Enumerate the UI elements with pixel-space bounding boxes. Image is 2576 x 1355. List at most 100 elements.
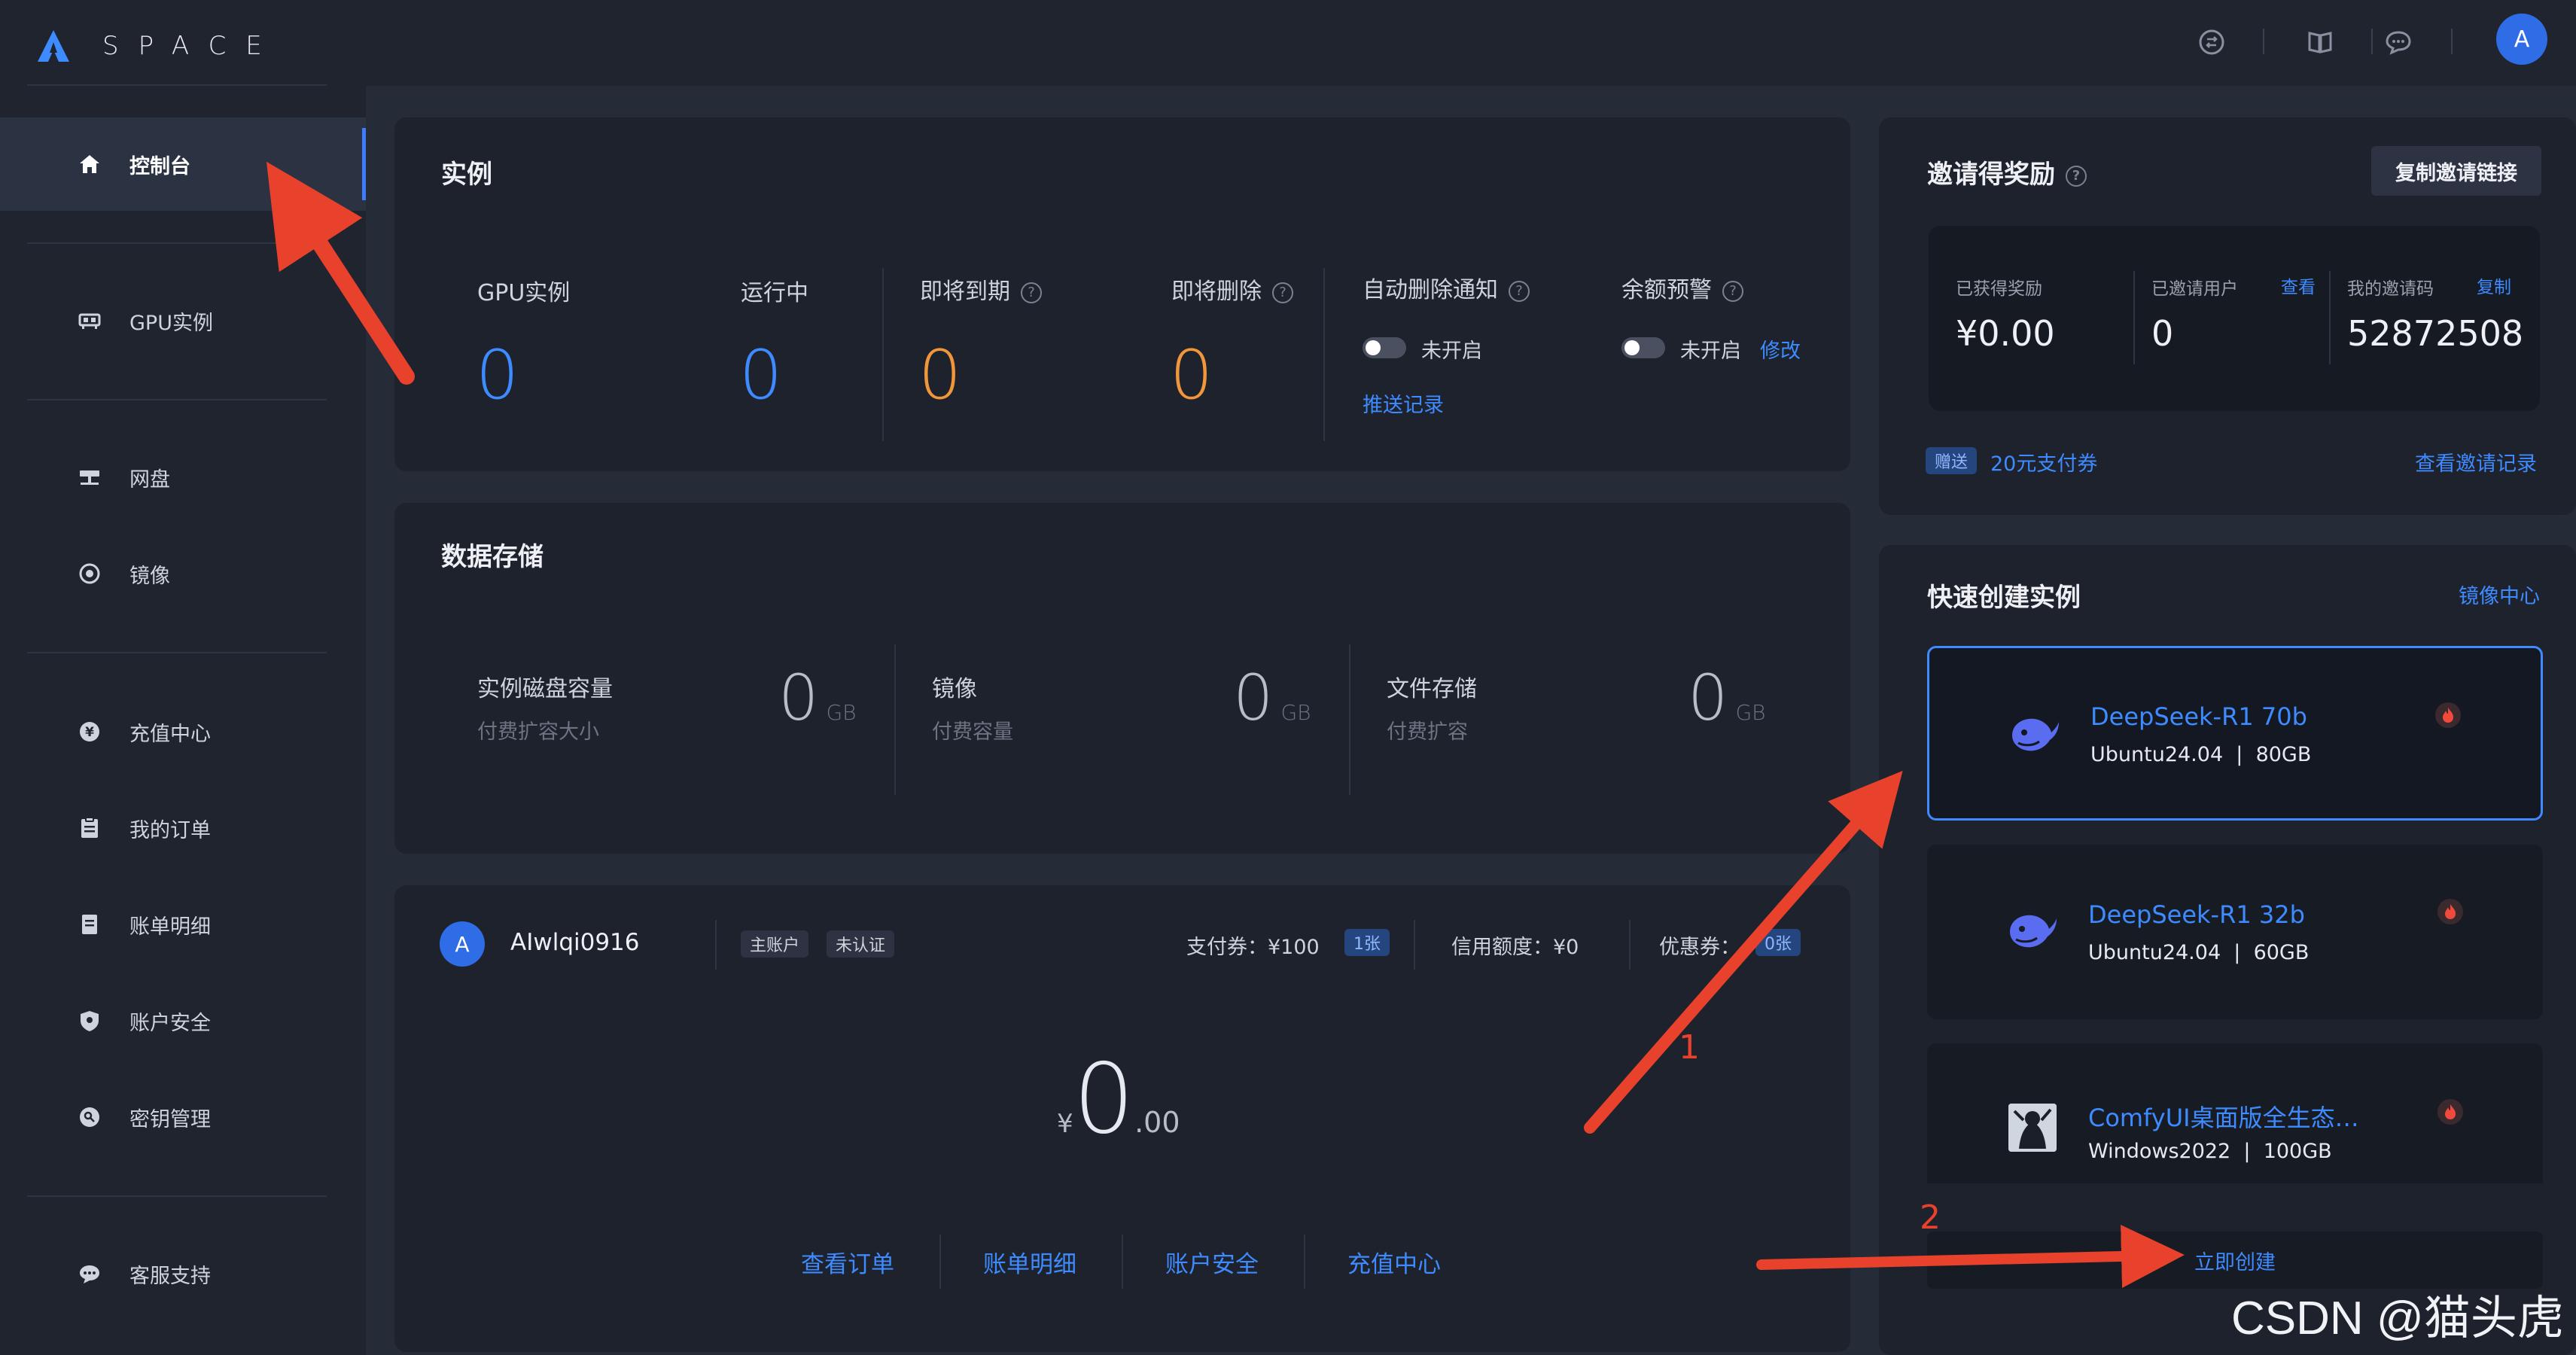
help-icon[interactable]: ? — [1722, 280, 1743, 302]
logo-icon — [38, 30, 69, 62]
file-storage-value: 0 GB — [1688, 661, 1765, 735]
sidebar-item-support[interactable]: 客服支持 — [0, 1227, 366, 1320]
image-storage-sub: 付费容量 — [932, 720, 1013, 744]
account-avatar: A — [440, 921, 485, 967]
username: AIwlqi0916 — [510, 929, 640, 956]
bill-details-link[interactable]: 账单明细 — [983, 1245, 1076, 1279]
sidebar-item-label: 账单明细 — [129, 915, 211, 939]
help-icon[interactable]: ? — [1272, 282, 1293, 303]
fire-icon — [2435, 702, 2461, 728]
expiring-value[interactable]: 0 — [918, 336, 961, 415]
file-storage-number: 0 — [1688, 661, 1728, 735]
balance-alert-label-text: 余额预警 — [1621, 277, 1712, 303]
sidebar-item-label: GPU实例 — [129, 311, 213, 335]
mirror-center-link[interactable]: 镜像中心 — [2459, 580, 2540, 609]
sidebar-item-security[interactable]: 账户安全 — [0, 974, 366, 1067]
divider — [27, 652, 327, 653]
view-orders-link[interactable]: 查看订单 — [801, 1245, 894, 1279]
disk-capacity-number: 0 — [778, 661, 819, 735]
sidebar: SPACE 控制台 GPU实例 网盘 镜像 ¥ 充值中心 我的订单 账单明细 账… — [0, 0, 366, 1355]
deleting-value[interactable]: 0 — [1170, 336, 1213, 415]
storage-title: 数据存储 — [441, 542, 544, 572]
coupon-count-badge[interactable]: 0张 — [1755, 929, 1801, 956]
sidebar-item-recharge[interactable]: ¥ 充值中心 — [0, 685, 366, 778]
instances-card: 实例 GPU实例 0 运行中 0 即将到期? 0 即将删除? 0 自动删除通知?… — [394, 117, 1850, 471]
book-icon[interactable] — [2303, 26, 2337, 59]
modify-link[interactable]: 修改 — [1760, 334, 1801, 364]
deepseek-whale-icon — [2008, 713, 2060, 758]
auto-delete-toggle[interactable] — [1363, 337, 1406, 358]
voucher-count-badge[interactable]: 1张 — [1344, 929, 1390, 956]
help-icon[interactable]: ? — [1021, 282, 1042, 303]
divider — [939, 1235, 941, 1289]
push-record-link[interactable]: 推送记录 — [1363, 388, 1444, 418]
sidebar-item-disk[interactable]: 网盘 — [0, 431, 366, 524]
divider — [894, 644, 896, 795]
currency-symbol: ¥ — [1057, 1109, 1073, 1139]
logo[interactable]: SPACE — [36, 18, 282, 74]
sidebar-item-label: 我的订单 — [129, 818, 211, 842]
quick-create-card-deepseek-32b[interactable]: DeepSeek-R1 32b Ubuntu24.04 | 60GB — [1927, 845, 2543, 1019]
sidebar-item-bills[interactable]: 账单明细 — [0, 878, 366, 971]
file-storage-label: 文件存储 — [1387, 676, 1477, 702]
coupon-label: 优惠券： — [1659, 936, 1740, 959]
storage-card: 数据存储 实例磁盘容量 付费扩容大小 0 GB 镜像 付费容量 0 GB 文件存储 … — [394, 503, 1850, 854]
help-icon[interactable]: ? — [1509, 280, 1530, 302]
main-account-badge: 主账户 — [741, 930, 809, 958]
sidebar-item-orders[interactable]: 我的订单 — [0, 781, 366, 875]
divider — [27, 1195, 327, 1197]
sidebar-item-label: 密钥管理 — [129, 1107, 211, 1131]
quick-create-card-comfyui[interactable]: ComfyUI桌面版全生态… Windows2022 | 100GB — [1927, 1043, 2543, 1183]
divider — [2329, 271, 2331, 364]
divider — [2371, 29, 2373, 54]
deleting-label-text: 即将删除 — [1171, 279, 1262, 305]
top-bar — [366, 0, 2576, 86]
sidebar-item-keys[interactable]: 密钥管理 — [0, 1070, 366, 1164]
recharge-center-link[interactable]: 充值中心 — [1347, 1245, 1441, 1279]
credit-info: 信用额度：¥0 — [1451, 930, 1579, 960]
divider — [1349, 644, 1350, 795]
gift-voucher-text[interactable]: 20元支付券 — [1990, 447, 2097, 477]
sidebar-item-image[interactable]: 镜像 — [0, 527, 366, 620]
sidebar-item-console[interactable]: 控制台 — [0, 117, 366, 211]
copy-invite-link-button[interactable]: 复制邀请链接 — [2371, 146, 2541, 196]
balance-alert-status: 未开启 — [1680, 340, 1741, 363]
divider — [27, 399, 327, 400]
invite-title: 邀请得奖励? — [1927, 154, 2087, 190]
card-disk: 60GB — [2253, 941, 2310, 964]
step-2-label: 2 — [1920, 1198, 1941, 1237]
bill-icon — [77, 912, 102, 937]
gpu-instances-value[interactable]: 0 — [476, 336, 519, 415]
quick-create-card-deepseek-70b[interactable]: DeepSeek-R1 70b Ubuntu24.04 | 80GB — [1927, 646, 2543, 821]
account-security-link[interactable]: 账户安全 — [1165, 1245, 1259, 1279]
invite-records-link[interactable]: 查看邀请记录 — [2415, 447, 2537, 477]
sidebar-item-label: 网盘 — [129, 467, 170, 492]
auto-delete-label: 自动删除通知? — [1363, 271, 1530, 304]
running-value[interactable]: 0 — [739, 336, 782, 415]
invite-code-value: 52872508 — [2347, 313, 2524, 354]
image-icon — [77, 561, 102, 586]
user-avatar[interactable]: A — [2496, 14, 2547, 65]
invited-value: 0 — [2151, 313, 2174, 354]
divider — [27, 242, 327, 244]
card-name: DeepSeek-R1 32b — [2088, 900, 2305, 929]
expiring-label-text: 即将到期 — [920, 279, 1010, 305]
divider — [1304, 1235, 1305, 1289]
image-storage-label: 镜像 — [932, 676, 977, 702]
home-icon — [77, 151, 102, 177]
divider — [1122, 1235, 1123, 1289]
key-icon — [77, 1104, 102, 1130]
card-os: Windows2022 — [2088, 1140, 2231, 1163]
exchange-icon[interactable] — [2195, 26, 2228, 59]
balance-alert-toggle[interactable] — [1621, 337, 1665, 358]
sidebar-item-gpu[interactable]: GPU实例 — [0, 274, 366, 367]
image-storage-number: 0 — [1233, 661, 1274, 735]
divider — [27, 84, 327, 86]
disk-capacity-label: 实例磁盘容量 — [477, 676, 613, 702]
copy-code-link[interactable]: 复制 — [2477, 273, 2511, 298]
help-icon[interactable]: ? — [2066, 165, 2087, 187]
file-storage-sub: 付费扩容 — [1387, 720, 1468, 744]
message-icon[interactable] — [2382, 26, 2415, 59]
view-invited-link[interactable]: 查看 — [2281, 273, 2316, 298]
divider — [2263, 29, 2264, 54]
